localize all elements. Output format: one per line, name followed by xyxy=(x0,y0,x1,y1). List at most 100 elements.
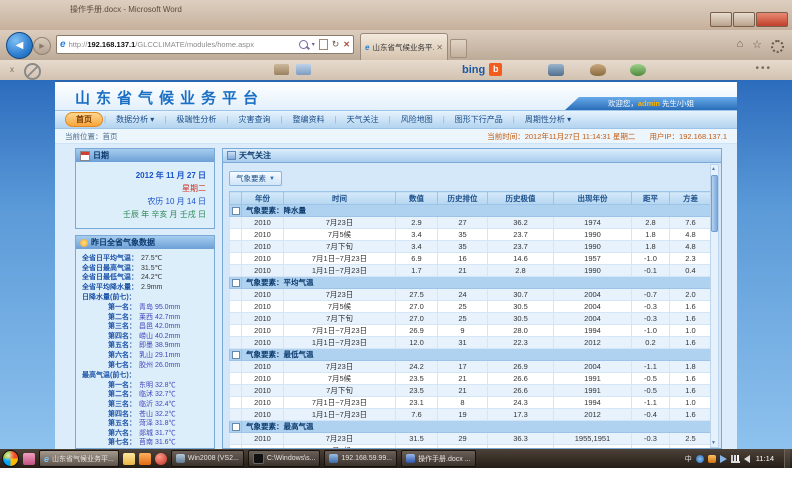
taskbar-button-3[interactable]: 操作手册.docx ... xyxy=(401,450,476,467)
cell: 26.9 xyxy=(396,325,438,337)
nav-item-5[interactable]: 天气关注 xyxy=(338,112,388,127)
rank-label: 第一名： xyxy=(108,381,136,391)
taskbar-button-0[interactable]: Win2008 (VS2... xyxy=(171,450,244,467)
browser-tab[interactable]: e 山东省气候业务平... ✕ xyxy=(360,33,448,60)
search-icon[interactable] xyxy=(299,40,308,49)
row-indent-cell xyxy=(230,397,242,409)
nav-item-2[interactable]: 极端性分析 xyxy=(167,112,225,127)
scrollbar-thumb[interactable] xyxy=(711,175,718,232)
mail-icon[interactable] xyxy=(274,64,289,75)
stop-icon[interactable]: ✕ xyxy=(343,40,350,49)
cell: 1957 xyxy=(554,253,632,265)
cell: 1.6 xyxy=(670,313,712,325)
taskbar-ie-button[interactable]: e 山东省气候业务平... xyxy=(39,450,119,467)
lunar-line: 农历 10 月 14 日 xyxy=(84,195,206,208)
tab-close-icon[interactable]: ✕ xyxy=(436,43,443,52)
explorer-icon[interactable] xyxy=(123,453,135,465)
tools-gear-icon[interactable] xyxy=(771,40,784,53)
checkbox[interactable] xyxy=(232,351,240,359)
people-icon[interactable] xyxy=(630,64,646,76)
cell: 9 xyxy=(438,325,488,337)
date-panel: 日期 2012 年 11 月 27 日 星期二 农历 10 月 14 日 壬辰 … xyxy=(75,148,215,229)
rank-label: 第二名： xyxy=(108,390,136,400)
tray-security-icon[interactable] xyxy=(708,455,716,463)
group-title: 气象要素：最低气温 xyxy=(242,349,712,361)
network-icon[interactable] xyxy=(731,455,740,463)
compatibility-icon[interactable] xyxy=(319,39,328,50)
nav-item-3[interactable]: 灾害查询 xyxy=(229,112,279,127)
nav-item-4[interactable]: 整编资料 xyxy=(284,112,334,127)
nav-item-1[interactable]: 数据分析 ▾ xyxy=(107,112,163,127)
vertical-scrollbar[interactable]: ▲ ▼ xyxy=(710,164,719,448)
weather-focus-header: 天气关注 xyxy=(222,148,722,163)
scroll-down-arrow[interactable]: ▼ xyxy=(711,439,716,447)
cell: 26.9 xyxy=(488,361,554,373)
pinned-app-icon[interactable] xyxy=(139,453,151,465)
table-row: 20101月1日~7月23日7.61917.32012-0.41.6 xyxy=(230,409,712,421)
minimize-button[interactable] xyxy=(710,12,732,27)
taskbar-button-2[interactable]: 192.168.59.99... xyxy=(324,450,397,467)
checkbox[interactable] xyxy=(232,279,240,287)
cell: 12.0 xyxy=(396,337,438,349)
taskbar-pinned-icon[interactable] xyxy=(23,453,35,465)
element-filter-button[interactable]: 气象要素▼ xyxy=(229,171,282,186)
toolbar-overflow-icon[interactable]: ••• xyxy=(755,63,772,74)
pets-icon[interactable] xyxy=(590,64,606,76)
home-icon[interactable]: ⌂ xyxy=(736,38,743,53)
cell: 21 xyxy=(438,373,488,385)
forward-button[interactable]: ▶ xyxy=(33,37,51,55)
scroll-up-arrow[interactable]: ▲ xyxy=(711,165,716,173)
nav-item-8[interactable]: 周期性分析 ▾ xyxy=(516,112,580,127)
start-button[interactable] xyxy=(2,450,19,467)
show-desktop-button[interactable] xyxy=(784,449,790,468)
main-area: 天气关注 气象要素▼ 年份时间数值历史排位历史极值 xyxy=(222,148,722,449)
taskbar-button-1[interactable]: C:\Windows\s... xyxy=(248,450,321,467)
maximize-button[interactable] xyxy=(733,12,755,27)
media-player-icon[interactable] xyxy=(155,453,167,465)
date-line: 2012 年 11 月 27 日 xyxy=(84,169,206,182)
ime-indicator[interactable]: 中 xyxy=(685,454,692,464)
cell: 7月5候 xyxy=(284,229,396,241)
cell: -1.1 xyxy=(632,397,670,409)
refresh-icon[interactable]: ↻ xyxy=(332,39,340,50)
popup-blocker-icon[interactable] xyxy=(24,63,41,80)
new-tab-button[interactable] xyxy=(450,39,467,58)
cell: 35 xyxy=(438,241,488,253)
camera-icon[interactable] xyxy=(548,64,564,76)
url-text[interactable]: http://192.168.137.1/GLCCLIMATE/modules/… xyxy=(69,40,296,49)
action-center-flag-icon[interactable] xyxy=(720,455,727,463)
nav-item-0[interactable]: 首页 xyxy=(65,112,103,127)
checkbox[interactable] xyxy=(232,207,240,215)
nav-separator: | xyxy=(443,115,445,124)
rank-label: 第七名： xyxy=(108,361,136,371)
taskbar-clock[interactable]: 11:14 xyxy=(756,454,774,463)
close-button[interactable] xyxy=(756,12,788,27)
checkbox[interactable] xyxy=(232,423,240,431)
weather-rank-item: 第四名：崂山 40.2mm xyxy=(82,332,208,342)
cell: 7月1日~7月23日 xyxy=(284,325,396,337)
tray-update-icon[interactable] xyxy=(696,455,704,463)
toolbar-close-icon[interactable]: x xyxy=(10,65,14,74)
weather-panel-header: 昨日全省气象数据 xyxy=(76,236,214,249)
bing-badge-icon: b xyxy=(489,63,502,76)
search-dropdown-icon[interactable]: ▾ xyxy=(312,41,315,48)
cell: 1.0 xyxy=(670,325,712,337)
nav-item-6[interactable]: 风险地图 xyxy=(392,112,442,127)
weather-rank-item: 第七名：莒南 31.6℃ xyxy=(82,438,208,448)
rank-label: 第七名： xyxy=(108,438,136,448)
volume-icon[interactable] xyxy=(744,455,750,463)
message-icon[interactable] xyxy=(296,64,311,75)
cell: 2010 xyxy=(242,241,284,253)
cell: 7月5候 xyxy=(284,301,396,313)
nav-separator: | xyxy=(335,115,337,124)
cell: 2010 xyxy=(242,373,284,385)
favorites-star-icon[interactable]: ☆ xyxy=(752,38,762,53)
back-button[interactable]: ◀ xyxy=(6,32,33,59)
rank-label: 第四名： xyxy=(108,410,136,420)
sidebar: 日期 2012 年 11 月 27 日 星期二 农历 10 月 14 日 壬辰 … xyxy=(75,148,215,449)
cell: 2010 xyxy=(242,265,284,277)
nav-item-7[interactable]: 图形下行产品 xyxy=(446,112,512,127)
cell: 7月23日 xyxy=(284,217,396,229)
bing-logo[interactable]: bing b xyxy=(462,63,502,76)
address-bar[interactable]: e http://192.168.137.1/GLCCLIMATE/module… xyxy=(56,35,354,54)
